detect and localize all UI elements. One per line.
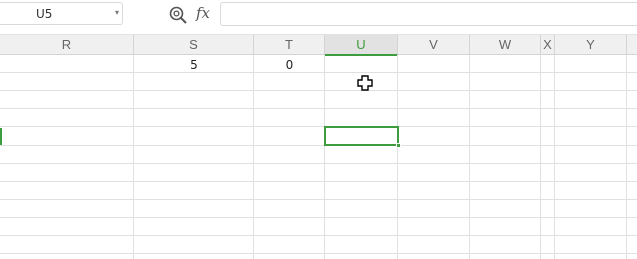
column-line [133,55,134,259]
row-line [0,253,637,254]
column-line [324,55,325,259]
spreadsheet-grid[interactable]: 5 0 [0,55,637,259]
name-box[interactable]: U5 ▾ [0,2,123,25]
column-line [540,55,541,259]
row-line [0,199,637,200]
row-line [0,217,637,218]
cell-t1[interactable]: 0 [254,58,325,72]
column-line [469,55,470,259]
column-line [554,55,555,259]
row-line [0,181,637,182]
column-line [397,55,398,259]
row-line [0,108,637,109]
column-header-x[interactable]: X [541,35,555,55]
column-line [253,55,254,259]
row-line [0,72,637,73]
formula-input[interactable] [220,2,637,26]
row-line [0,126,637,127]
chevron-down-icon[interactable]: ▾ [115,8,119,17]
zoom-formula-icon[interactable] [168,5,188,25]
column-line [626,55,627,259]
row-line [0,235,637,236]
fill-handle[interactable] [396,143,401,148]
row-line [0,163,637,164]
row-line [0,90,637,91]
column-header-v[interactable]: V [398,35,470,55]
formula-bar: U5 ▾ fx [0,0,637,30]
name-box-value: U5 [36,7,53,21]
column-header-y[interactable]: Y [555,35,627,55]
row-line [0,145,637,146]
fx-icon[interactable]: fx [196,4,210,22]
column-header-u[interactable]: U [325,35,398,56]
column-header-w[interactable]: W [470,35,541,55]
column-header-r[interactable]: R [0,35,134,55]
column-header-bar: R S T U V W X Y [0,34,637,56]
column-header-s[interactable]: S [134,35,254,55]
column-header-t[interactable]: T [254,35,325,55]
cell-s1[interactable]: 5 [134,58,254,72]
crosshair-cursor-icon [357,75,373,91]
active-row-marker [0,128,2,145]
selected-cell-u5[interactable] [324,126,399,146]
